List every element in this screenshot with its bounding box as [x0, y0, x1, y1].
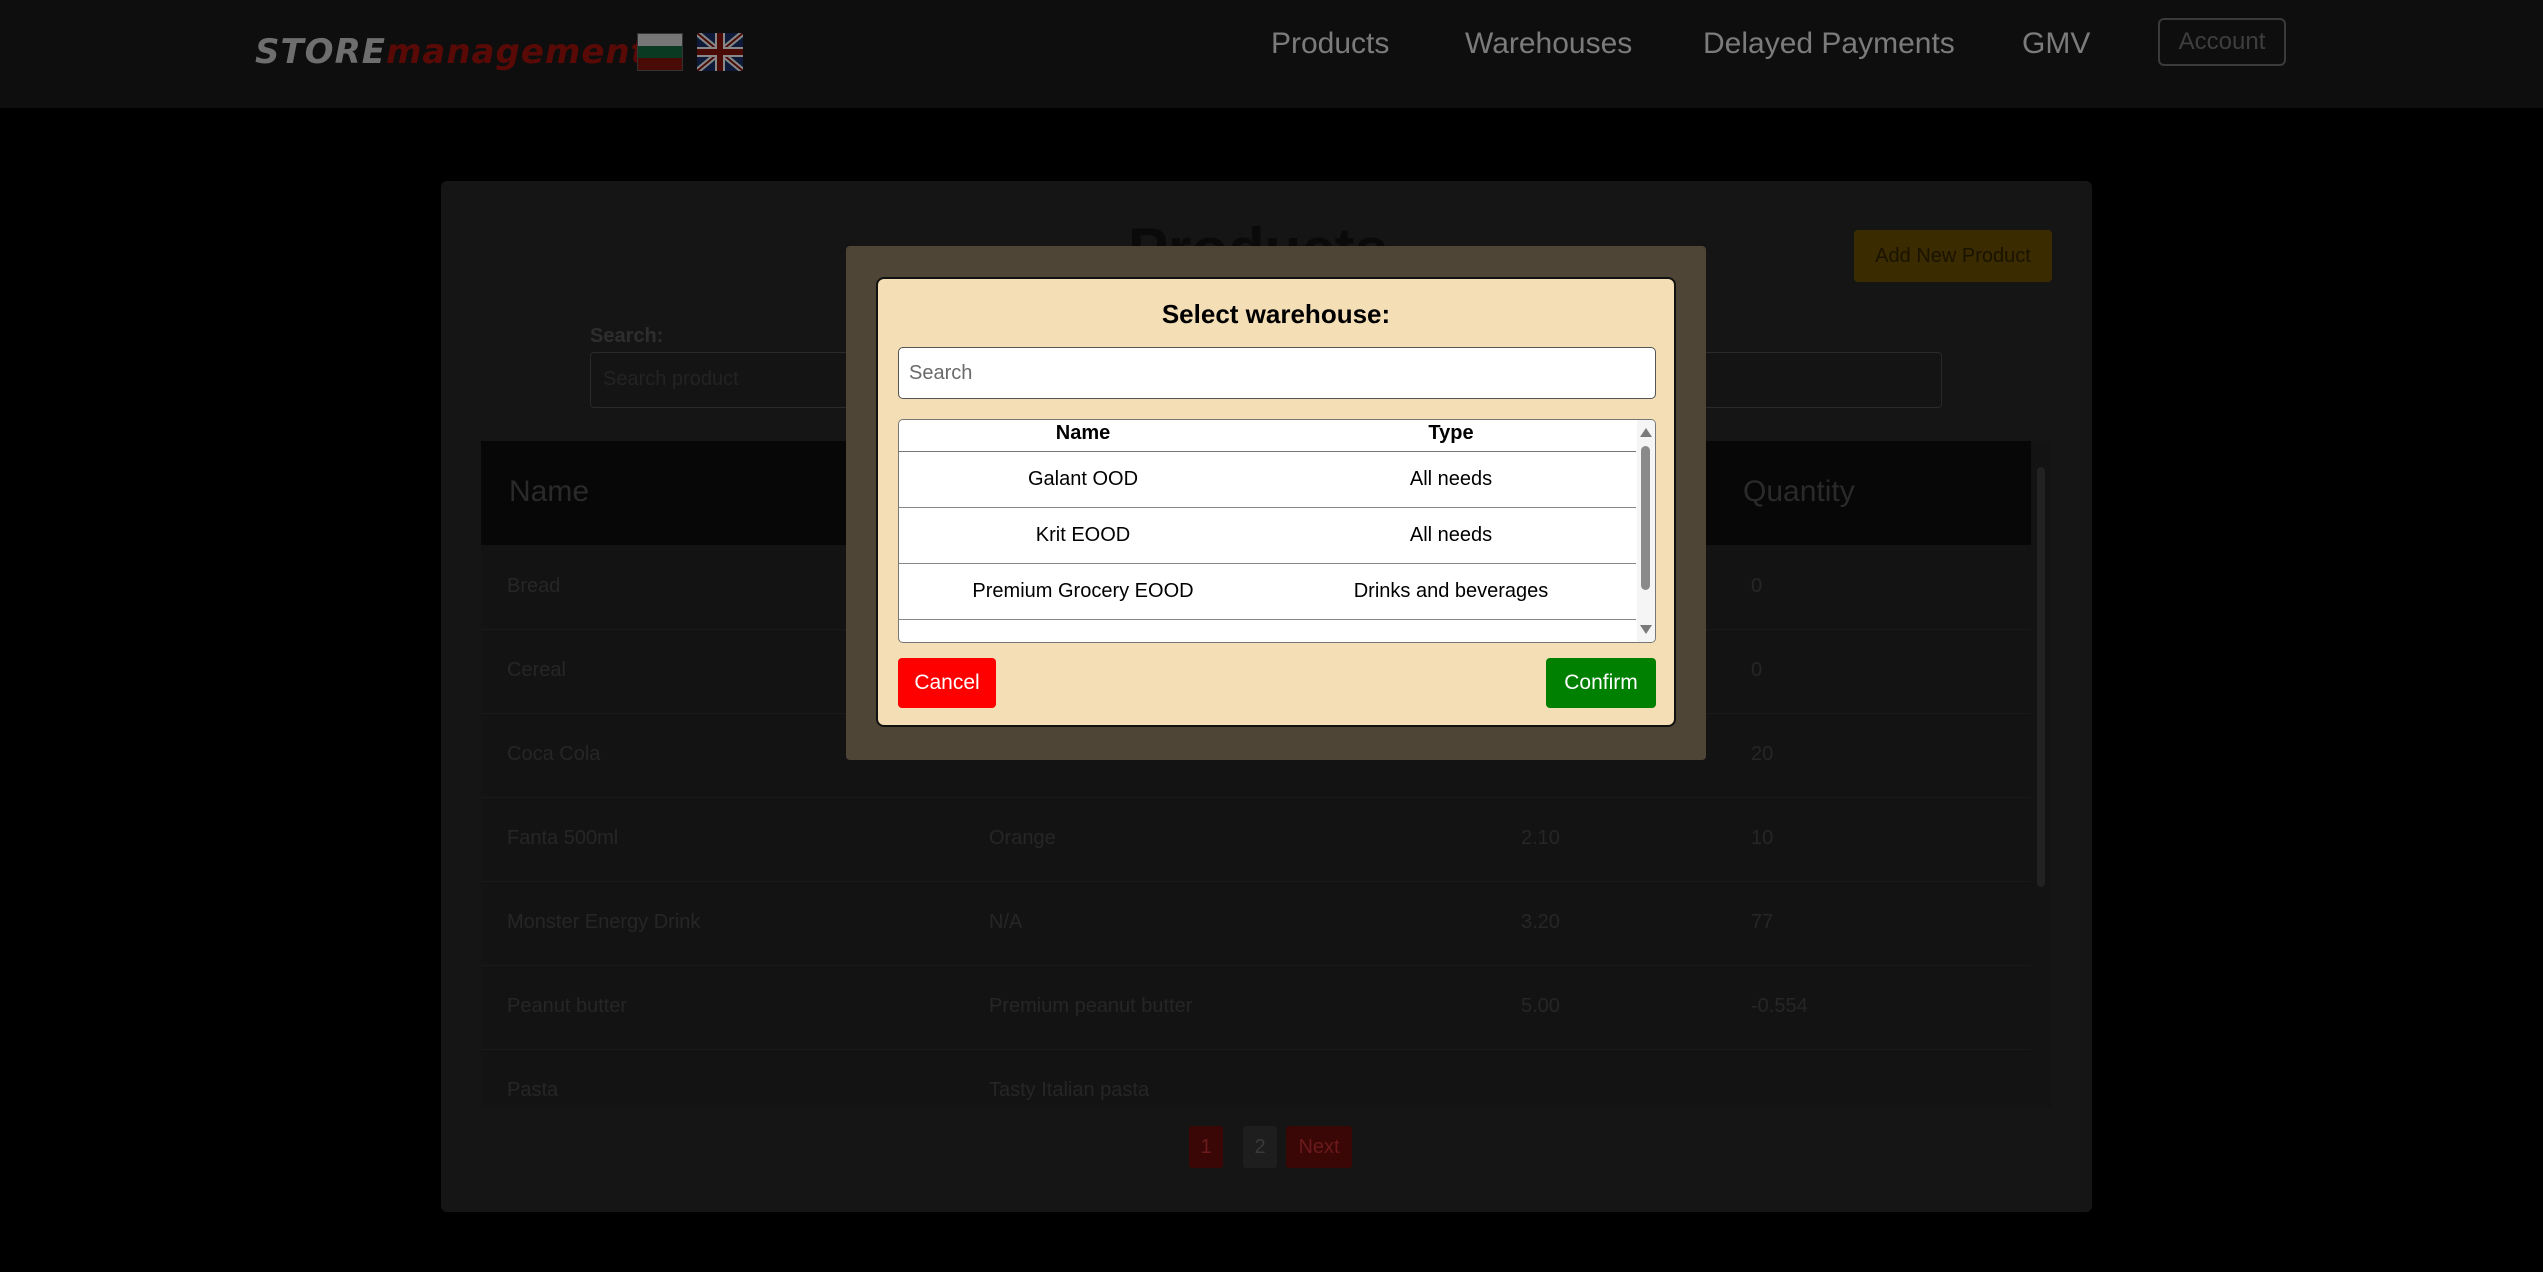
- confirm-button[interactable]: Confirm: [1546, 658, 1656, 708]
- warehouse-table-header: Name Type: [899, 420, 1636, 452]
- warehouse-name: Premium Grocery EOOD: [972, 580, 1194, 602]
- scroll-down-arrow-icon[interactable]: [1640, 625, 1652, 634]
- scroll-up-arrow-icon[interactable]: [1640, 428, 1652, 437]
- column-header-name: Name: [1055, 422, 1111, 444]
- warehouse-table: Name Type Galant OOD All needs Krit EOOD…: [898, 419, 1656, 643]
- warehouse-name: Krit EOOD: [1035, 524, 1131, 546]
- warehouse-type: All needs: [1409, 524, 1493, 546]
- warehouse-search-input[interactable]: [898, 347, 1656, 399]
- warehouse-row[interactable]: Krit EOOD All needs: [899, 508, 1636, 564]
- warehouse-type: Drinks and beverages: [1353, 580, 1549, 602]
- scrollbar-thumb[interactable]: [1641, 446, 1650, 590]
- warehouse-row[interactable]: Galant OOD All needs: [899, 452, 1636, 508]
- warehouse-row[interactable]: Premium Grocery EOOD Drinks and beverage…: [899, 564, 1636, 620]
- warehouse-type: All needs: [1409, 468, 1493, 490]
- column-header-type: Type: [1428, 422, 1474, 444]
- select-warehouse-dialog: Select warehouse: Name Type Galant OOD A…: [876, 277, 1676, 727]
- warehouse-table-scrollbar[interactable]: [1637, 420, 1655, 642]
- warehouse-name: Galant OOD: [1027, 468, 1139, 490]
- cancel-button[interactable]: Cancel: [898, 658, 996, 708]
- dialog-title: Select warehouse:: [1161, 299, 1391, 329]
